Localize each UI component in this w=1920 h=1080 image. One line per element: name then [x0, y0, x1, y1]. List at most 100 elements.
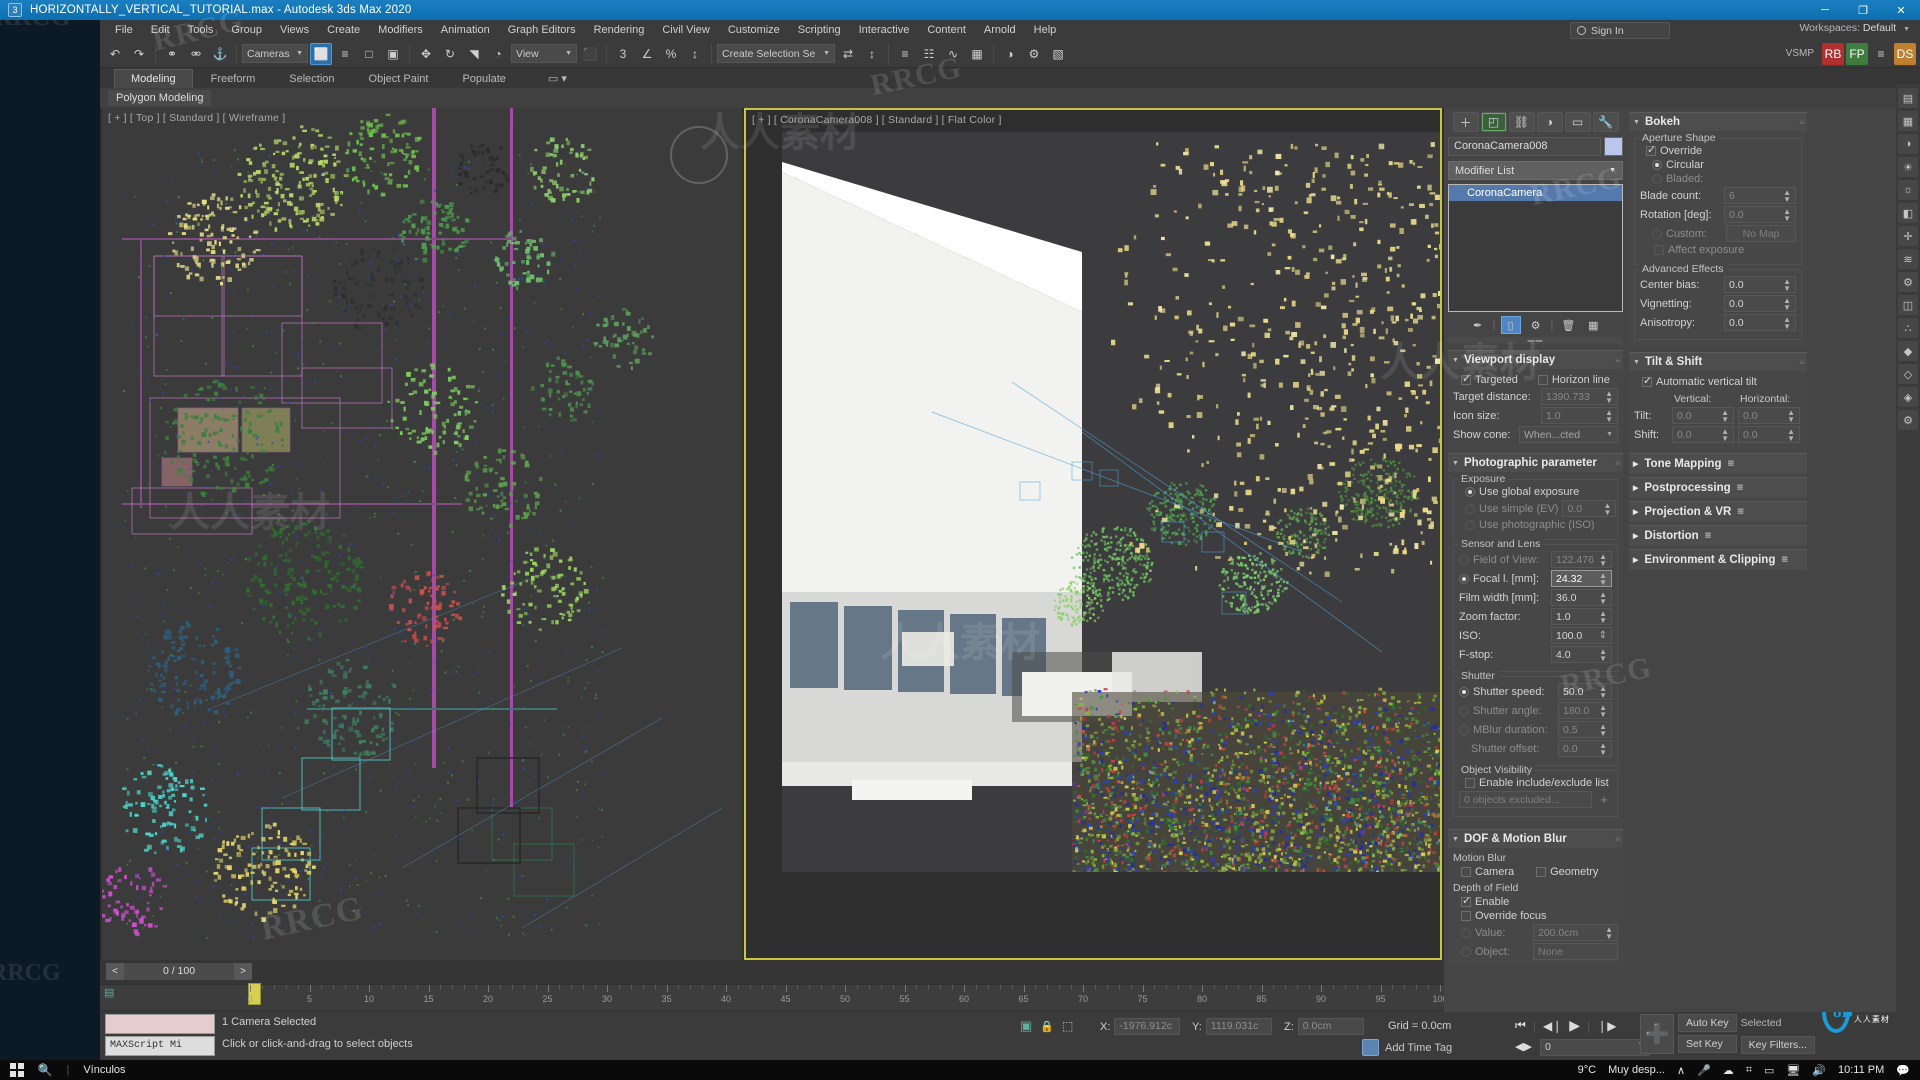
- tilt-vertical-field[interactable]: 0.0 ▲ ▼: [1672, 407, 1734, 424]
- helpers-icon[interactable]: ✛: [1898, 226, 1918, 246]
- select-by-name-button[interactable]: ≡: [334, 43, 356, 65]
- rollout-header-distortion[interactable]: ▶ Distortion ≡: [1629, 525, 1807, 546]
- spinner-icon[interactable]: ▲ ▼: [1605, 409, 1613, 423]
- weather-text[interactable]: Muy desp...: [1608, 1064, 1665, 1076]
- spinner-icon[interactable]: ▲ ▼: [1783, 316, 1791, 330]
- track-view-icon[interactable]: ▤: [104, 986, 114, 999]
- spinner-icon[interactable]: ▲ ▼: [1599, 591, 1607, 605]
- custom-map-button[interactable]: No Map: [1726, 225, 1796, 242]
- polygon-modeling-panel-label[interactable]: Polygon Modeling: [108, 90, 211, 106]
- compound-icon[interactable]: ◈: [1898, 387, 1918, 407]
- z-coordinate-field[interactable]: Z: 0.0cm: [1284, 1018, 1364, 1035]
- menu-item-modifiers[interactable]: Modifiers: [369, 21, 432, 39]
- custom-radio[interactable]: [1652, 229, 1662, 239]
- shutter-angle-field[interactable]: 180.0 ▲ ▼: [1558, 702, 1612, 719]
- select-and-scale-button[interactable]: ◥: [463, 43, 485, 65]
- select-and-move-button[interactable]: ✥: [415, 43, 437, 65]
- viewport-camera[interactable]: [ + ] [ CoronaCamera008 ] [ Standard ] […: [744, 108, 1442, 960]
- display-icon[interactable]: 🖥: [1786, 1064, 1800, 1077]
- material-icon[interactable]: ◑: [1898, 134, 1918, 154]
- mirror-button[interactable]: ⇄: [837, 43, 859, 65]
- microphone-icon[interactable]: 🎤: [1697, 1064, 1711, 1077]
- ribbon-tab-populate[interactable]: Populate: [446, 70, 521, 88]
- hierarchy-icon[interactable]: ⛓: [1509, 112, 1535, 132]
- spinner-icon[interactable]: ▲ ▼: [1783, 208, 1791, 222]
- enable-include-exclude-checkbox[interactable]: [1465, 778, 1475, 788]
- menu-item-create[interactable]: Create: [318, 21, 369, 39]
- set-key-button[interactable]: Set Key: [1678, 1035, 1737, 1053]
- space-warp-icon[interactable]: ≋: [1898, 249, 1918, 269]
- target-distance-field[interactable]: 1390.733 ▲ ▼: [1541, 388, 1618, 405]
- spinner-icon[interactable]: ▲ ▼: [1721, 409, 1729, 423]
- show-cone-dropdown[interactable]: When...cted ▼: [1519, 426, 1618, 443]
- ribbon-tab-freeform[interactable]: Freeform: [195, 70, 272, 88]
- configure-sets-icon[interactable]: ▦: [1583, 316, 1603, 334]
- circular-radio[interactable]: [1652, 160, 1662, 170]
- focal-length-radio[interactable]: [1459, 574, 1469, 584]
- rb-button[interactable]: RB: [1822, 43, 1844, 65]
- use-pivot-point-center-button[interactable]: ⬛: [579, 43, 601, 65]
- restore-button[interactable]: ❐: [1844, 0, 1882, 20]
- menu-item-group[interactable]: Group: [222, 21, 271, 39]
- menu-item-scripting[interactable]: Scripting: [789, 21, 850, 39]
- workspace-selector[interactable]: Workspaces: Default ▼: [1799, 22, 1910, 34]
- particle-icon[interactable]: ∴: [1898, 318, 1918, 338]
- display-icon[interactable]: ▭: [1565, 112, 1591, 132]
- render-setup-button[interactable]: ⚙: [1023, 43, 1045, 65]
- redo-button[interactable]: ↷: [128, 43, 150, 65]
- clock[interactable]: 10:11 PM: [1838, 1064, 1884, 1076]
- simple-ev-field[interactable]: 0.0 ▲ ▼: [1562, 500, 1616, 517]
- percent-snap-button[interactable]: %: [660, 43, 682, 65]
- spinner-icon[interactable]: ▲ ▼: [1721, 428, 1729, 442]
- usb-icon[interactable]: ⌗: [1746, 1064, 1752, 1077]
- maxscript-mini-listener[interactable]: MAXScript Mi: [105, 1036, 215, 1056]
- viewcube[interactable]: [670, 126, 728, 184]
- material-editor-button[interactable]: ◑: [999, 43, 1021, 65]
- select-and-rotate-button[interactable]: ↻: [439, 43, 461, 65]
- create-icon[interactable]: ＋: [1453, 112, 1479, 132]
- mblur-duration-radio[interactable]: [1459, 725, 1469, 735]
- menu-item-interactive[interactable]: Interactive: [850, 21, 919, 39]
- spinner-icon[interactable]: ▲ ▼: [1787, 428, 1795, 442]
- x-value[interactable]: -1976.912c: [1114, 1018, 1180, 1035]
- bladed-radio[interactable]: [1652, 174, 1662, 184]
- battery-icon[interactable]: ▭: [1764, 1064, 1774, 1077]
- rollout-header-tone-mapping[interactable]: ▶ Tone Mapping ≡: [1629, 453, 1807, 474]
- menu-item-arnold[interactable]: Arnold: [975, 21, 1025, 39]
- shutter-speed-field[interactable]: 50.0 ▲ ▼: [1558, 683, 1612, 700]
- object-color-swatch[interactable]: [1604, 137, 1623, 156]
- sign-in-button[interactable]: Sign In: [1570, 22, 1670, 39]
- shutter-speed-radio[interactable]: [1459, 687, 1469, 697]
- settings-icon[interactable]: ⚙: [1898, 410, 1918, 430]
- isolate-selection-icon[interactable]: ▣: [1020, 1018, 1032, 1034]
- x-coordinate-field[interactable]: X: -1976.912c: [1100, 1018, 1180, 1035]
- curve-editor-button[interactable]: ∿: [942, 43, 964, 65]
- spinner-icon[interactable]: ▲ ▼: [1599, 648, 1607, 662]
- dof-object-radio[interactable]: [1461, 947, 1471, 957]
- volume-icon[interactable]: 🔊: [1812, 1064, 1826, 1077]
- menu-item-tools[interactable]: Tools: [179, 21, 223, 39]
- affect-exposure-checkbox[interactable]: [1654, 245, 1664, 255]
- layer-manager-button[interactable]: ≡: [894, 43, 916, 65]
- menu-item-file[interactable]: File: [106, 21, 142, 39]
- z-value[interactable]: 0.0cm: [1298, 1018, 1364, 1035]
- previous-frame-button[interactable]: <: [106, 963, 124, 980]
- menu-item-graph-editors[interactable]: Graph Editors: [499, 21, 585, 39]
- spinner-icon[interactable]: ⇕: [1599, 632, 1607, 639]
- object-name-field[interactable]: CoronaCamera008: [1448, 137, 1601, 156]
- lock-selection-icon[interactable]: 🔒: [1040, 1020, 1054, 1033]
- objects-excluded-field[interactable]: 0 objects excluded...: [1459, 791, 1592, 808]
- snaps-toggle-button[interactable]: 3: [612, 43, 634, 65]
- center-bias-field[interactable]: 0.0 ▲ ▼: [1724, 276, 1796, 293]
- auto-key-button[interactable]: Auto Key: [1678, 1014, 1737, 1032]
- modifier-stack-item[interactable]: CoronaCamera: [1449, 185, 1622, 201]
- blade-count-field[interactable]: 6 ▲ ▼: [1724, 187, 1796, 204]
- ds-button[interactable]: DS: [1894, 43, 1916, 65]
- modify-icon[interactable]: ◰: [1481, 112, 1507, 132]
- modifier-list-dropdown[interactable]: Modifier List ▼: [1448, 161, 1623, 180]
- ribbon-tab-object-paint[interactable]: Object Paint: [353, 70, 445, 88]
- ribbon-toggle-button[interactable]: ☷: [918, 43, 940, 65]
- systems-icon[interactable]: ⚙: [1898, 272, 1918, 292]
- frame-navigator[interactable]: < 0 / 100 >: [106, 963, 252, 980]
- pin-stack-icon[interactable]: ✒: [1468, 316, 1488, 334]
